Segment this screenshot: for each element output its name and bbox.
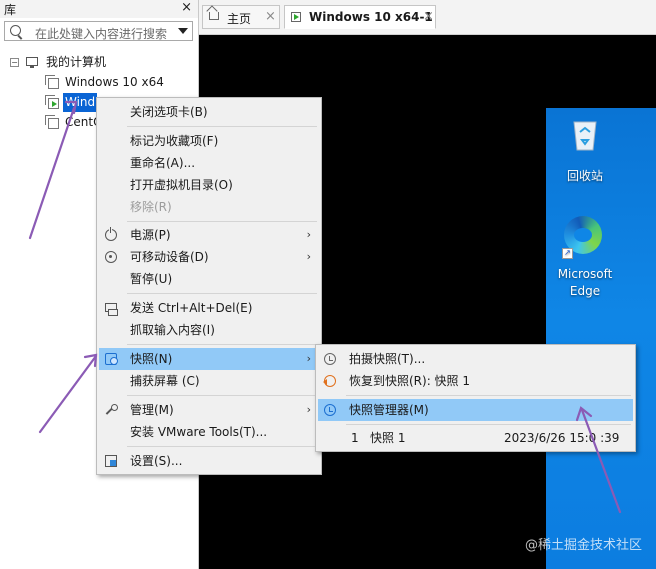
- tab-label: 主页: [227, 12, 252, 26]
- menu-item-label: 重命名(A)...: [130, 156, 196, 170]
- edge-label-line2: Edge: [569, 284, 601, 298]
- tree-item-label: Wind: [63, 93, 98, 112]
- menu-item-snapshot-manager[interactable]: 快照管理器(M): [318, 399, 633, 421]
- menu-item-pause[interactable]: 暂停(U): [99, 268, 319, 290]
- search-input[interactable]: 在此处键入内容进行搜索: [4, 21, 193, 41]
- tab-home[interactable]: 主页 ×: [202, 5, 280, 29]
- menu-separator: [127, 446, 317, 447]
- menu-separator: [127, 344, 317, 345]
- menu-separator: [127, 126, 317, 127]
- close-icon[interactable]: ×: [423, 9, 434, 24]
- tab-label: Windows 10 x64-1: [309, 10, 433, 24]
- menu-separator: [127, 293, 317, 294]
- home-icon: [209, 12, 219, 20]
- menu-item-label: 抓取输入内容(I): [130, 323, 215, 337]
- snapshot-index: 1: [351, 431, 359, 445]
- menu-item-favorite[interactable]: 标记为收藏项(F): [99, 130, 319, 152]
- tree-item-vm[interactable]: Windows 10 x64: [45, 73, 193, 92]
- chevron-right-icon: ›: [306, 228, 311, 241]
- menu-item-label: 捕获屏幕 (C): [130, 374, 200, 388]
- search-placeholder: 在此处键入内容进行搜索: [35, 27, 168, 41]
- search-icon: [10, 25, 21, 36]
- vm-icon: [291, 12, 301, 22]
- menu-item-open-vm-dir[interactable]: 打开虚拟机目录(O): [99, 174, 319, 196]
- menu-item-label: 恢复到快照(R): 快照 1: [349, 374, 471, 388]
- tree-item-label: Windows 10 x64: [65, 75, 164, 89]
- menu-item-send-ctrl-alt-del[interactable]: 发送 Ctrl+Alt+Del(E): [99, 297, 319, 319]
- menu-item-remove[interactable]: 移除(R): [99, 196, 319, 218]
- menu-item-label: 打开虚拟机目录(O): [130, 178, 233, 192]
- tree-root-my-computer[interactable]: − 我的计算机: [10, 53, 195, 72]
- recycle-bin-icon: [573, 121, 597, 151]
- menu-item-manage[interactable]: 管理(M) ›: [99, 399, 319, 421]
- tab-vm[interactable]: Windows 10 x64-1 ×: [284, 5, 436, 29]
- menu-separator: [346, 424, 631, 425]
- edge-label-line1: Microsoft: [557, 267, 613, 281]
- menu-item-snapshot[interactable]: 快照(N) ›: [99, 348, 319, 370]
- library-header: 库 ×: [0, 0, 198, 18]
- menu-item-label: 管理(M): [130, 403, 174, 417]
- menu-separator: [346, 395, 631, 396]
- menu-separator: [127, 221, 317, 222]
- menu-item-label: 安装 VMware Tools(T)...: [130, 425, 268, 439]
- menu-item-removable-devices[interactable]: 可移动设备(D) ›: [99, 246, 319, 268]
- menu-item-grab-input[interactable]: 抓取输入内容(I): [99, 319, 319, 341]
- menu-item-label: 移除(R): [130, 200, 172, 214]
- recycle-bin-label: 回收站: [566, 169, 603, 183]
- menu-item-label: 发送 Ctrl+Alt+Del(E): [130, 301, 253, 315]
- snapshot-name: 快照 1: [370, 431, 406, 445]
- guest-desktop[interactable]: 回收站 ↗ Microsoft Edge: [546, 108, 656, 569]
- menu-item-revert-snapshot[interactable]: 恢复到快照(R): 快照 1: [318, 370, 633, 392]
- menu-item-take-snapshot[interactable]: 拍摄快照(T)...: [318, 348, 633, 370]
- wrench-icon: [105, 404, 118, 416]
- menu-item-label: 可移动设备(D): [130, 250, 209, 264]
- snapshot-submenu: 拍摄快照(T)... 恢复到快照(R): 快照 1 快照管理器(M) 1 快照 …: [315, 344, 636, 452]
- tree-root-label: 我的计算机: [46, 55, 107, 69]
- menu-item-close-tab[interactable]: 关闭选项卡(B): [99, 101, 319, 123]
- chevron-down-icon[interactable]: [178, 28, 188, 34]
- menu-item-label: 快照(N): [130, 352, 173, 366]
- settings-icon: [105, 455, 117, 467]
- chevron-right-icon: ›: [306, 403, 311, 416]
- chevron-right-icon: ›: [306, 250, 311, 263]
- close-icon[interactable]: ×: [265, 9, 276, 24]
- library-title: 库: [4, 3, 17, 17]
- close-icon[interactable]: ×: [181, 0, 192, 15]
- menu-item-label: 暂停(U): [130, 272, 173, 286]
- shortcut-arrow-icon: ↗: [562, 248, 573, 259]
- menu-item-label: 快照管理器(M): [349, 403, 429, 417]
- tab-bar: 主页 × Windows 10 x64-1 ×: [199, 0, 656, 35]
- watermark: @稀土掘金技术社区: [524, 538, 642, 553]
- menu-item-power[interactable]: 电源(P) ›: [99, 224, 319, 246]
- menu-item-label: 标记为收藏项(F): [130, 134, 219, 148]
- menu-item-settings[interactable]: 设置(S)...: [99, 450, 319, 472]
- snapshot-icon: [105, 353, 118, 365]
- collapse-icon[interactable]: −: [10, 58, 19, 67]
- snapshot-entry[interactable]: 1 快照 1 2023/6/26 15:0 :39: [318, 427, 633, 449]
- vm-running-icon: [45, 95, 59, 109]
- vm-icon: [45, 75, 59, 89]
- computer-icon: [26, 57, 38, 68]
- removable-device-icon: [105, 251, 117, 263]
- menu-separator: [127, 395, 317, 396]
- context-menu: 关闭选项卡(B) 标记为收藏项(F) 重命名(A)... 打开虚拟机目录(O) …: [96, 97, 322, 475]
- power-icon: [105, 227, 117, 241]
- menu-item-label: 设置(S)...: [130, 454, 183, 468]
- menu-item-install-vmware-tools[interactable]: 安装 VMware Tools(T)...: [99, 421, 319, 443]
- snapshot-manager-icon: [324, 404, 336, 416]
- chevron-right-icon: ›: [306, 352, 311, 365]
- take-snapshot-icon: [324, 353, 336, 365]
- revert-snapshot-icon: [323, 375, 336, 387]
- menu-item-capture-screen[interactable]: 捕获屏幕 (C): [99, 370, 319, 392]
- menu-item-rename[interactable]: 重命名(A)...: [99, 152, 319, 174]
- menu-item-label: 电源(P): [130, 228, 171, 242]
- send-keys-icon: [105, 303, 118, 316]
- menu-item-label: 拍摄快照(T)...: [349, 352, 426, 366]
- menu-item-label: 关闭选项卡(B): [130, 105, 208, 119]
- vm-icon: [45, 115, 59, 129]
- snapshot-date: 2023/6/26 15:0 :39: [504, 431, 620, 445]
